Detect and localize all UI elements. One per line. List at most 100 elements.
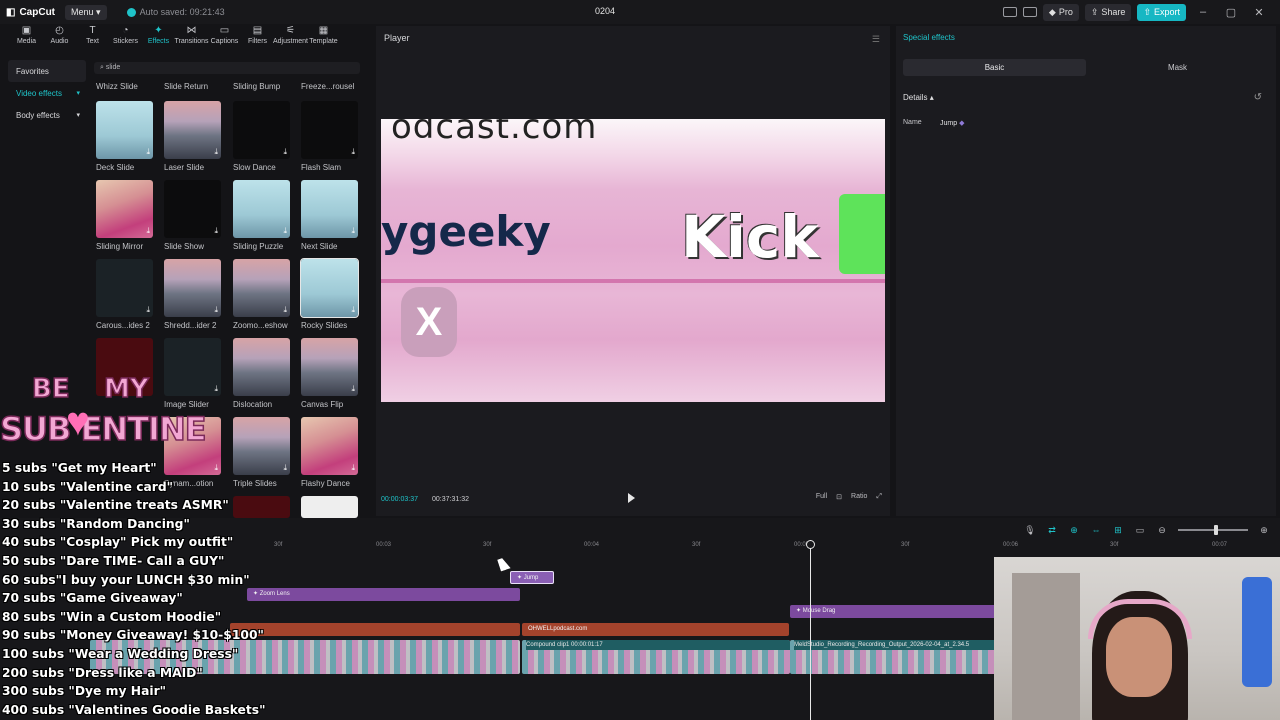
reset-icon[interactable]: ↺ [1254,92,1262,103]
details-header[interactable]: Details ▴ [903,93,934,102]
minimize-icon[interactable]: – [1192,6,1214,18]
sidebar-item-favorites[interactable]: Favorites [8,60,86,82]
cloud-icon [126,7,136,17]
effect-label: Sliding Puzzle [233,242,284,251]
tool-adjustment[interactable]: ⚟ Adjustment [273,26,308,52]
tool-effects[interactable]: ✦ Effects [142,26,175,52]
effect-card[interactable]: Whizz Slide [96,78,162,91]
search-input[interactable]: ⌕ slide [94,62,360,74]
sub-goals-list: 5 subs "Get my Heart" 10 subs "Valentine… [2,459,302,719]
close-icon[interactable]: ✕ [1248,6,1270,19]
effect-clip-mouse-drag[interactable]: ✦ Mouse Drag [790,605,1000,618]
clip-label: OHWELLpodcast.com [528,626,588,632]
effect-card[interactable]: ⤓ Sliding Puzzle [233,180,299,251]
play-icon[interactable] [628,493,635,503]
pro-button[interactable]: ◆ Pro [1042,3,1079,21]
effect-card[interactable]: ⤓ Next Slide [301,180,362,251]
download-icon: ⤓ [283,226,287,235]
caret-up-icon: ▴ [929,93,934,102]
download-icon: ⤓ [351,463,355,472]
recording-clip[interactable]: MeldStudio_Recording_Recording_Output_20… [790,640,1000,674]
effect-thumbnail: ⤓ [301,417,358,475]
effect-card[interactable]: ⤓ Slide Show [164,180,230,251]
effect-card[interactable] [301,496,362,518]
effect-card[interactable]: ⤓ Sliding Mirror [96,180,162,251]
share-button[interactable]: ⇪ Share [1084,3,1132,21]
sidebar-item-video-effects[interactable]: Video effects ▾ [8,82,86,104]
effect-card[interactable]: ⤓ Laser Slide [164,101,230,172]
shortcuts-icon[interactable] [1022,7,1037,17]
tool-transitions[interactable]: ⋈ Transitions [175,26,209,52]
layout-icon[interactable] [1002,7,1017,17]
full-toggle[interactable]: Full [816,493,827,501]
text-clip-ohwell[interactable]: OHWELLpodcast.com [522,623,789,636]
effect-card[interactable]: ⤓ Rocky Slides [300,258,362,330]
tool-filters[interactable]: ▤ Filters [241,26,274,52]
video-preview[interactable]: odcast.com ygeeky Kick X [381,119,885,402]
zoom-slider-handle[interactable] [1214,525,1218,535]
effect-card[interactable]: Slide Return [164,78,230,91]
magnet-icon[interactable]: ⊕ [1068,526,1080,535]
effect-card[interactable]: ⤓ Canvas Flip [301,338,362,409]
chevron-down-icon: ▾ [76,112,80,119]
ruler-tick: 00:04 [584,542,600,548]
maximize-icon[interactable]: ▢ [1220,6,1242,19]
tool-stickers[interactable]: ◔ Stickers [109,26,142,52]
gem-icon: ◆ [1048,6,1056,17]
project-name: 0204 [595,6,616,16]
autosave-text: Auto saved: 09:21:43 [139,7,225,17]
effect-card[interactable]: ⤓ Deck Slide [96,101,162,172]
video-x-icon: X [401,287,457,357]
menu-button[interactable]: Menu ▾ [65,4,107,20]
ruler-tick: 30f [901,542,910,548]
tab-mask[interactable]: Mask [1086,59,1269,76]
fullscreen-icon[interactable]: ⤢ [876,493,882,501]
tool-audio[interactable]: ◴ Audio [43,26,76,52]
effect-card[interactable]: ⤓ Slow Dance [233,101,299,172]
effect-card[interactable]: ⤓ Flash Slam [301,101,362,172]
preview-axis-icon[interactable]: ⊞ [1112,526,1124,535]
effect-card[interactable]: Freeze...rousel [301,78,362,91]
tab-basic[interactable]: Basic [903,59,1086,76]
effect-label: Flashy Dance [301,479,350,488]
effect-label: Rocky Slides [301,321,348,330]
video-kick-text: Kick [681,203,819,271]
zoom-slider[interactable] [1178,525,1248,535]
effect-card[interactable]: ⤓ Flashy Dance [301,417,362,488]
sidebar-item-body-effects[interactable]: Body effects ▾ [8,104,86,126]
tool-media[interactable]: ▣ Media [10,26,43,52]
link-icon[interactable]: ⇄ [1046,526,1058,535]
snap-icon[interactable]: ⇔ [1090,526,1102,535]
webcam-overlay [994,557,1280,720]
sidebar-label: Favorites [16,66,49,76]
ratio-button[interactable]: Ratio [851,493,867,501]
tool-label: Effects [147,38,170,45]
effect-card[interactable]: ⤓ Shredd...ider 2 [164,259,230,330]
screenshot-icon[interactable]: ⊡ [836,493,842,501]
ruler-tick: 30f [692,542,701,548]
playhead-handle[interactable] [806,540,815,549]
effect-card[interactable]: ⤓ Carous...ides 2 [96,259,162,330]
effect-card[interactable]: Dislocation [233,338,299,409]
compound-clip[interactable]: Compound clip1 00:00:01:17 [522,640,790,674]
effect-clip-jump[interactable]: ✦ Jump [510,571,554,584]
tool-captions[interactable]: ▭ Captions [208,26,241,52]
export-button[interactable]: ⇧ Export [1137,3,1186,21]
tool-label: Text [86,38,99,45]
goal-item: 5 subs "Get my Heart" [2,461,157,475]
tool-text[interactable]: T Text [76,26,109,52]
app-logo: ◧ CapCut [6,7,55,18]
tool-template[interactable]: ▦ Template [307,26,340,52]
hamburger-icon[interactable]: ☰ [872,34,880,45]
chevron-down-icon: ▾ [76,90,80,97]
zoom-out-icon[interactable]: ⊖ [1156,526,1168,535]
playhead[interactable] [810,540,811,720]
microphone-icon[interactable]: 🎙 [1024,526,1036,535]
effect-card[interactable]: ⤓ Zoomo...eshow [233,259,299,330]
effect-card[interactable]: Sliding Bump [233,78,299,91]
ruler-tick: 30f [483,542,492,548]
zoom-in-icon[interactable]: ⊕ [1258,526,1270,535]
caption-icon[interactable]: ▭ [1134,526,1146,535]
effect-label: Sliding Mirror [96,242,144,251]
effect-label: Flash Slam [301,163,342,172]
